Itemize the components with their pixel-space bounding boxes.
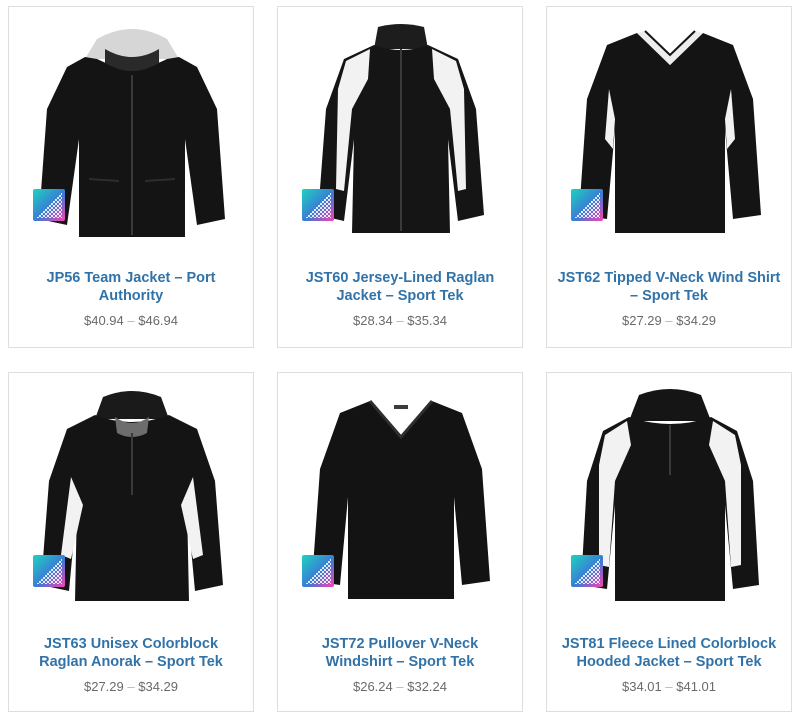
- product-card[interactable]: JST81 Fleece Lined Colorblock Hooded Jac…: [546, 372, 792, 712]
- color-swatch-icon: [302, 555, 334, 587]
- product-title-link[interactable]: JST81 Fleece Lined Colorblock Hooded Jac…: [557, 635, 781, 671]
- product-title-link[interactable]: JP56 Team Jacket – Port Authority: [19, 269, 243, 305]
- price-high: $34.29: [138, 679, 178, 694]
- price-separator: –: [665, 679, 673, 694]
- price-range: $27.29 – $34.29: [9, 679, 253, 694]
- price-range: $34.01 – $41.01: [547, 679, 791, 694]
- product-title-link[interactable]: JST72 Pullover V-Neck Windshirt – Sport …: [288, 635, 512, 671]
- price-high: $34.29: [676, 313, 716, 328]
- price-high: $35.34: [407, 313, 447, 328]
- price-low: $27.29: [83, 679, 124, 694]
- product-title-link[interactable]: JST62 Tipped V-Neck Wind Shirt – Sport T…: [557, 269, 781, 305]
- price-high: $46.94: [138, 313, 178, 328]
- price-low: $40.94: [83, 313, 124, 328]
- price-separator: –: [665, 313, 673, 328]
- price-range: $26.24 – $32.24: [278, 679, 522, 694]
- color-swatch-icon: [571, 555, 603, 587]
- price-low: $28.34: [352, 313, 393, 328]
- product-title-link[interactable]: JST63 Unisex Colorblock Raglan Anorak – …: [19, 635, 243, 671]
- price-separator: –: [127, 679, 135, 694]
- color-swatch-icon: [33, 189, 65, 221]
- product-card[interactable]: JP56 Team Jacket – Port Authority $40.94…: [8, 6, 254, 348]
- price-range: $40.94 – $46.94: [9, 313, 253, 328]
- price-high: $32.24: [407, 679, 447, 694]
- price-range: $27.29 – $34.29: [547, 313, 791, 328]
- product-title-link[interactable]: JST60 Jersey-Lined Raglan Jacket – Sport…: [288, 269, 512, 305]
- price-high: $41.01: [676, 679, 716, 694]
- color-swatch-icon: [571, 189, 603, 221]
- color-swatch-icon: [33, 555, 65, 587]
- price-separator: –: [396, 313, 404, 328]
- price-low: $34.01: [621, 679, 662, 694]
- product-card[interactable]: JST72 Pullover V-Neck Windshirt – Sport …: [277, 372, 523, 712]
- price-low: $27.29: [621, 313, 662, 328]
- color-swatch-icon: [302, 189, 334, 221]
- price-separator: –: [127, 313, 135, 328]
- price-low: $26.24: [352, 679, 393, 694]
- price-range: $28.34 – $35.34: [278, 313, 522, 328]
- product-card[interactable]: JST62 Tipped V-Neck Wind Shirt – Sport T…: [546, 6, 792, 348]
- product-card[interactable]: JST60 Jersey-Lined Raglan Jacket – Sport…: [277, 6, 523, 348]
- price-separator: –: [396, 679, 404, 694]
- product-card[interactable]: JST63 Unisex Colorblock Raglan Anorak – …: [8, 372, 254, 712]
